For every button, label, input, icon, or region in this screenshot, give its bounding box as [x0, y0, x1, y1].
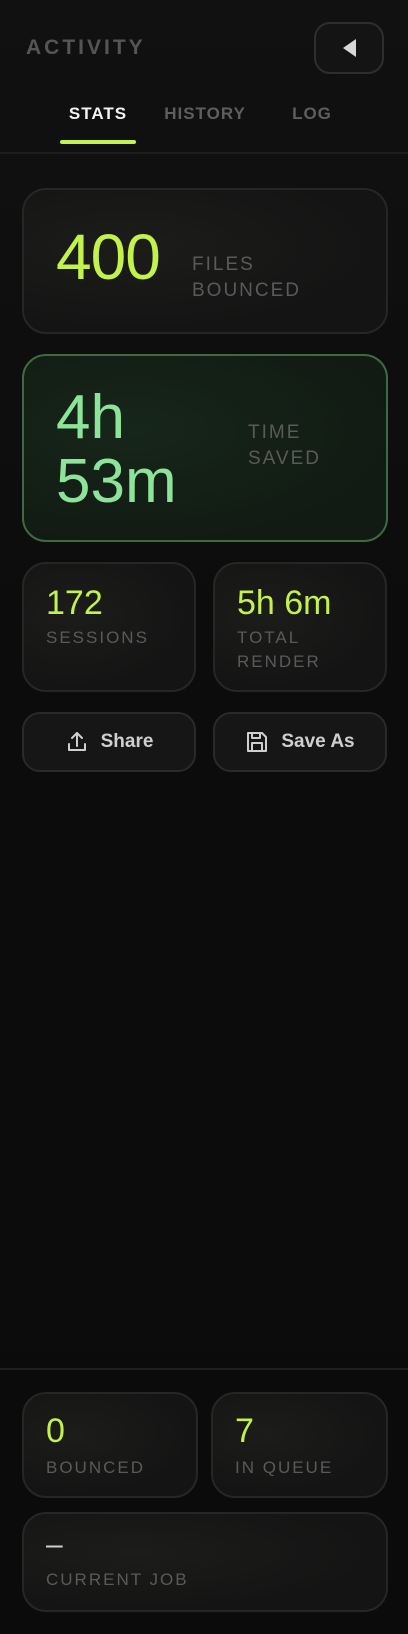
bounced-label: BOUNCED	[46, 1458, 146, 1477]
current-job-card: – CURRENT JOB	[22, 1512, 388, 1612]
total-render-label: TOTAL RENDER	[237, 628, 321, 671]
sessions-label: SESSIONS	[46, 628, 149, 647]
time-saved-value: 4h 53m	[56, 383, 177, 516]
tab-history[interactable]: HISTORY	[160, 104, 250, 144]
share-button-label: Share	[100, 731, 154, 752]
bounced-value: 0	[46, 1412, 65, 1450]
active-tab-indicator	[60, 140, 136, 144]
in-queue-label: IN QUEUE	[235, 1458, 334, 1477]
header: ACTIVITY	[0, 0, 408, 96]
total-render-value: 5h 6m	[237, 584, 332, 622]
tab-log-label: LOG	[292, 104, 332, 123]
in-queue-value: 7	[235, 1412, 254, 1450]
bounced-card: 0 BOUNCED	[22, 1392, 198, 1498]
total-render-card: 5h 6m TOTAL RENDER	[213, 562, 387, 692]
files-bounced-value: 400	[56, 221, 161, 293]
activity-panel: ACTIVITY STATS HISTORY LOG 400 FILES BOU…	[0, 0, 408, 1634]
triangle-left-icon	[343, 39, 356, 57]
in-queue-card: 7 IN QUEUE	[211, 1392, 388, 1498]
share-button[interactable]: Share	[22, 712, 196, 772]
status-footer: 0 BOUNCED 7 IN QUEUE – CURRENT JOB	[0, 1368, 408, 1634]
current-job-label: CURRENT JOB	[46, 1570, 189, 1589]
sessions-value: 172	[46, 584, 103, 622]
files-bounced-card: 400 FILES BOUNCED	[22, 188, 388, 334]
time-saved-label: TIME SAVED	[248, 422, 322, 469]
tab-stats-label: STATS	[68, 104, 128, 123]
collapse-button[interactable]	[314, 22, 384, 74]
upload-icon	[67, 732, 86, 751]
save-as-button[interactable]: Save As	[213, 712, 387, 772]
floppy-disk-icon	[247, 732, 268, 752]
tab-stats[interactable]: STATS	[60, 104, 136, 144]
time-saved-card: 4h 53m TIME SAVED	[22, 354, 388, 542]
tab-log[interactable]: LOG	[284, 104, 340, 144]
save-as-button-label: Save As	[281, 731, 355, 752]
current-job-value: –	[46, 1528, 63, 1561]
panel-title: ACTIVITY	[26, 36, 146, 59]
tab-bar: STATS HISTORY LOG	[0, 96, 408, 154]
files-bounced-label: FILES BOUNCED	[192, 254, 302, 301]
tab-history-label: HISTORY	[164, 104, 246, 123]
sessions-card: 172 SESSIONS	[22, 562, 196, 692]
